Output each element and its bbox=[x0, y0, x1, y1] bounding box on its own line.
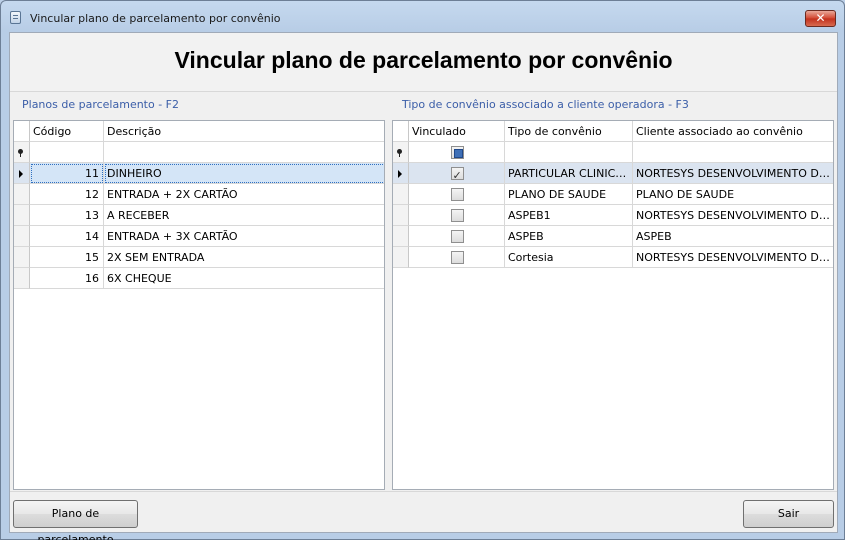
main-window: Vincular plano de parcelamento por convê… bbox=[0, 0, 845, 540]
cell-code[interactable]: 12 bbox=[30, 184, 104, 205]
installment-plans-panel: Planos de parcelamento - F2 Código Descr… bbox=[12, 93, 386, 491]
installment-plans-grid[interactable]: Código Descrição 11 DINHEIRO 12 ENTRADA … bbox=[13, 120, 385, 490]
filter-description-input[interactable] bbox=[104, 142, 384, 163]
exit-button[interactable]: Sair bbox=[743, 500, 834, 528]
agreement-types-caption: Tipo de convênio associado a cliente ope… bbox=[402, 98, 689, 111]
cell-agreement-type[interactable]: ASPEB1 bbox=[505, 205, 633, 226]
cell-linked bbox=[409, 163, 505, 184]
column-header-code[interactable]: Código bbox=[30, 121, 104, 142]
cell-linked bbox=[409, 247, 505, 268]
row-indicator-header bbox=[393, 121, 409, 142]
filter-row-indicator bbox=[14, 142, 30, 163]
table-row[interactable]: 12 ENTRADA + 2X CARTÃO bbox=[14, 184, 384, 205]
cell-description[interactable]: ENTRADA + 3X CARTÃO bbox=[104, 226, 384, 247]
row-indicator bbox=[14, 184, 30, 205]
cell-linked bbox=[409, 226, 505, 247]
row-indicator bbox=[14, 163, 30, 184]
agreement-types-panel: Tipo de convênio associado a cliente ope… bbox=[392, 93, 836, 491]
grid-header: Vinculado Tipo de convênio Cliente assoc… bbox=[393, 121, 833, 142]
cell-description[interactable]: ENTRADA + 2X CARTÃO bbox=[104, 184, 384, 205]
client-area: Vincular plano de parcelamento por convê… bbox=[9, 32, 838, 540]
cell-code[interactable]: 15 bbox=[30, 247, 104, 268]
table-row[interactable]: 14 ENTRADA + 3X CARTÃO bbox=[14, 226, 384, 247]
cell-code[interactable]: 11 bbox=[30, 163, 104, 184]
window-title: Vincular plano de parcelamento por convê… bbox=[30, 12, 281, 25]
app-document-icon bbox=[10, 11, 21, 24]
agreement-types-grid[interactable]: Vinculado Tipo de convênio Cliente assoc… bbox=[392, 120, 834, 490]
row-indicator-header bbox=[14, 121, 30, 142]
row-indicator bbox=[393, 205, 409, 226]
column-header-client[interactable]: Cliente associado ao convênio bbox=[633, 121, 833, 142]
cell-agreement-type[interactable]: PLANO DE SAUDE bbox=[505, 184, 633, 205]
filter-linked-checkbox-cell bbox=[409, 142, 505, 163]
table-row[interactable]: 16 6X CHEQUE bbox=[14, 268, 384, 289]
filter-linked-checkbox[interactable] bbox=[450, 146, 464, 159]
linked-checkbox[interactable] bbox=[450, 165, 464, 183]
filter-code-input[interactable] bbox=[30, 142, 104, 163]
row-indicator bbox=[393, 163, 409, 184]
filter-row bbox=[393, 142, 833, 163]
installment-plan-button[interactable]: Plano de parcelamento bbox=[13, 500, 138, 540]
title-bar: Vincular plano de parcelamento por convê… bbox=[1, 1, 844, 31]
table-row[interactable]: 11 DINHEIRO bbox=[14, 163, 384, 184]
footer-bar: Plano de parcelamento Sair bbox=[10, 491, 837, 540]
installment-plans-caption: Planos de parcelamento - F2 bbox=[22, 98, 180, 111]
cell-client[interactable]: NORTESYS DESENVOLVIMENTO DE SI... bbox=[633, 205, 833, 226]
filter-pin-icon bbox=[18, 149, 23, 157]
cell-description[interactable]: 6X CHEQUE bbox=[104, 268, 384, 289]
cell-description[interactable]: DINHEIRO bbox=[104, 163, 384, 184]
cell-agreement-type[interactable]: ASPEB bbox=[505, 226, 633, 247]
cell-description[interactable]: 2X SEM ENTRADA bbox=[104, 247, 384, 268]
table-row[interactable]: PLANO DE SAUDE PLANO DE SAUDE bbox=[393, 184, 833, 205]
linked-checkbox[interactable] bbox=[450, 209, 464, 222]
cell-client[interactable]: NORTESYS DESENVOLVIMENTO DE SI... bbox=[633, 247, 833, 268]
table-row[interactable]: 13 A RECEBER bbox=[14, 205, 384, 226]
row-indicator bbox=[14, 247, 30, 268]
table-row[interactable]: 15 2X SEM ENTRADA bbox=[14, 247, 384, 268]
row-pointer-icon bbox=[19, 170, 23, 178]
cell-linked bbox=[409, 205, 505, 226]
row-indicator bbox=[14, 205, 30, 226]
cell-client[interactable]: ASPEB bbox=[633, 226, 833, 247]
cell-code[interactable]: 13 bbox=[30, 205, 104, 226]
row-pointer-icon bbox=[398, 170, 402, 178]
close-button[interactable]: ✕ bbox=[805, 10, 836, 27]
filter-agreement-type-input[interactable] bbox=[505, 142, 633, 163]
table-row[interactable]: ASPEB1 NORTESYS DESENVOLVIMENTO DE SI... bbox=[393, 205, 833, 226]
page-title: Vincular plano de parcelamento por convê… bbox=[174, 47, 673, 73]
filter-client-input[interactable] bbox=[633, 142, 833, 163]
row-indicator bbox=[14, 226, 30, 247]
column-header-description[interactable]: Descrição bbox=[104, 121, 384, 142]
cell-agreement-type[interactable]: PARTICULAR CLINICA ... bbox=[505, 163, 633, 184]
column-header-linked[interactable]: Vinculado bbox=[409, 121, 505, 142]
row-indicator bbox=[393, 184, 409, 205]
cell-client[interactable]: NORTESYS DESENVOLVIMENTO DE SI... bbox=[633, 163, 833, 184]
cell-code[interactable]: 16 bbox=[30, 268, 104, 289]
filter-row-indicator bbox=[393, 142, 409, 163]
header-area: Vincular plano de parcelamento por convê… bbox=[10, 33, 837, 92]
cell-client[interactable]: PLANO DE SAUDE bbox=[633, 184, 833, 205]
grid-header: Código Descrição bbox=[14, 121, 384, 142]
table-row[interactable]: Cortesia NORTESYS DESENVOLVIMENTO DE SI.… bbox=[393, 247, 833, 268]
cell-description[interactable]: A RECEBER bbox=[104, 205, 384, 226]
linked-checkbox[interactable] bbox=[450, 230, 464, 243]
cell-code[interactable]: 14 bbox=[30, 226, 104, 247]
row-indicator bbox=[393, 226, 409, 247]
column-header-agreement-type[interactable]: Tipo de convênio bbox=[505, 121, 633, 142]
table-row[interactable]: PARTICULAR CLINICA ... NORTESYS DESENVOL… bbox=[393, 163, 833, 184]
cell-agreement-type[interactable]: Cortesia bbox=[505, 247, 633, 268]
cell-linked bbox=[409, 184, 505, 205]
filter-pin-icon bbox=[397, 149, 402, 157]
filter-row bbox=[14, 142, 384, 163]
table-row[interactable]: ASPEB ASPEB bbox=[393, 226, 833, 247]
linked-checkbox[interactable] bbox=[450, 251, 464, 264]
linked-checkbox[interactable] bbox=[450, 188, 464, 201]
row-indicator bbox=[393, 247, 409, 268]
row-indicator bbox=[14, 268, 30, 289]
